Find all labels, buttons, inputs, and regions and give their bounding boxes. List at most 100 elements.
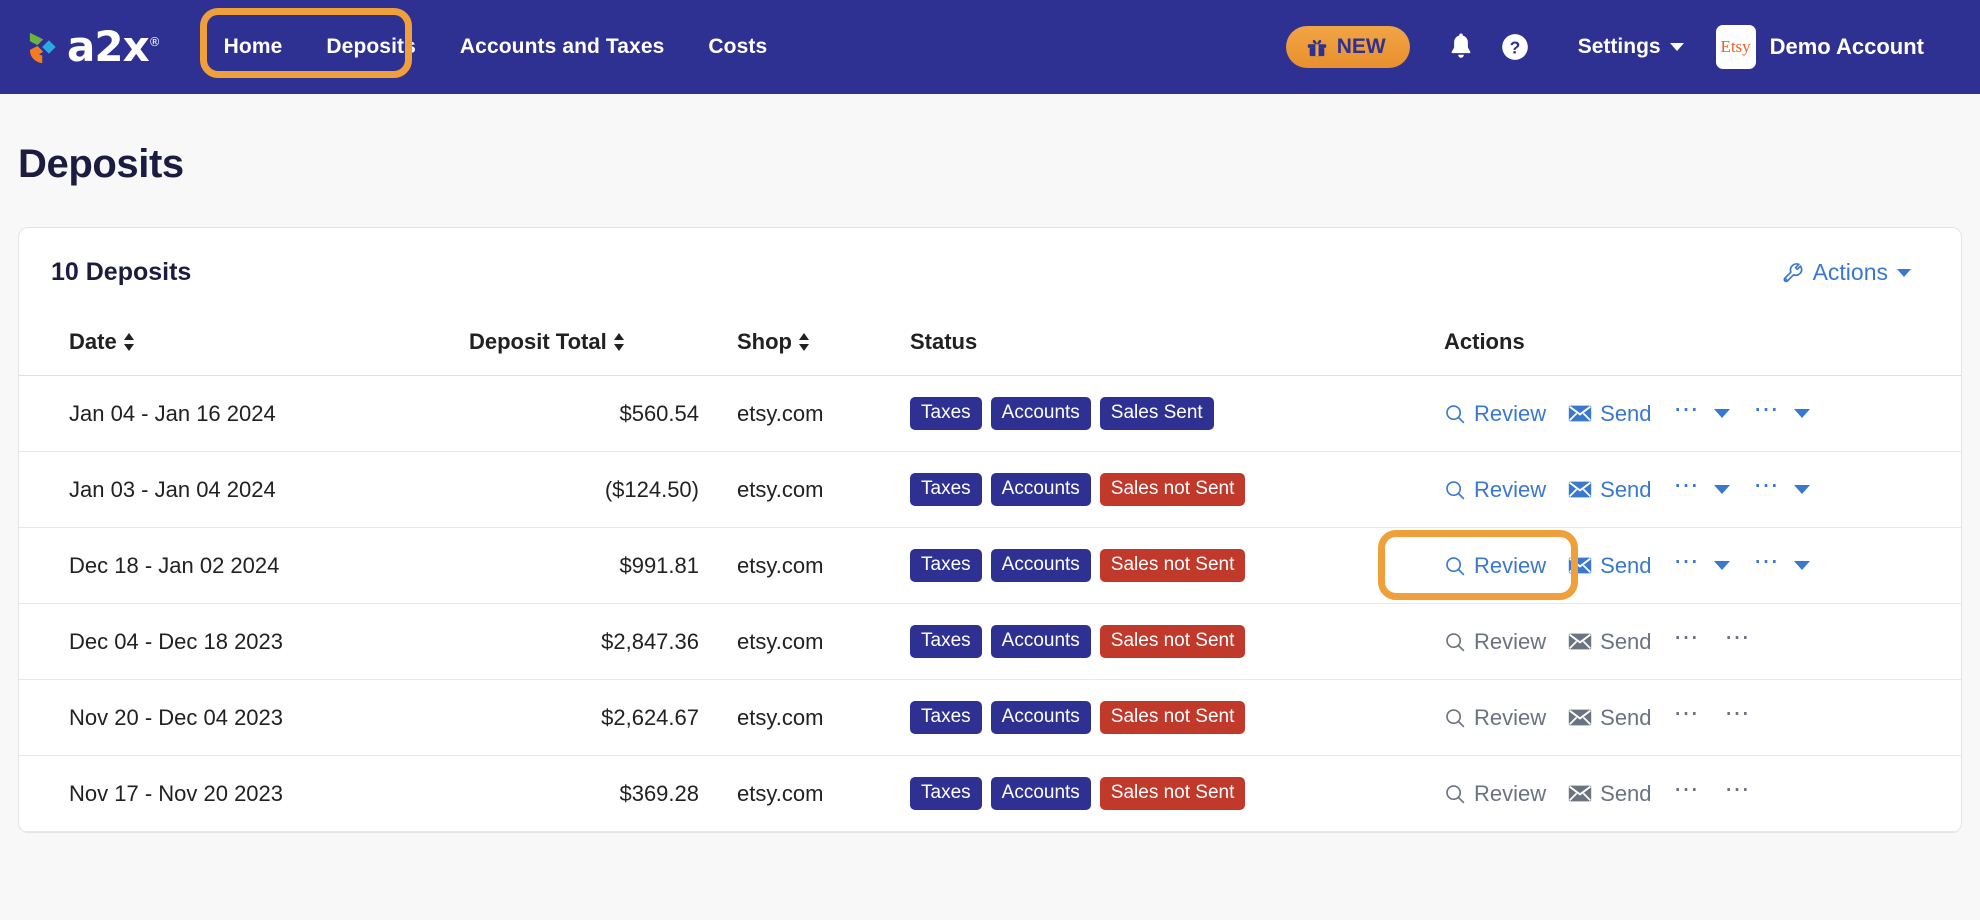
cell-status: Taxes Accounts Sales not Sent <box>884 755 1404 832</box>
status-badge[interactable]: Taxes <box>910 549 982 582</box>
review-button[interactable]: Review <box>1444 553 1546 579</box>
nav-item-costs[interactable]: Costs <box>686 25 789 69</box>
status-badge[interactable]: Sales not Sent <box>1099 701 1246 734</box>
status-badge-group: Taxes Accounts Sales not Sent <box>910 625 1394 658</box>
row-more-menu-secondary[interactable]: ⋯ <box>1754 397 1810 424</box>
row-action-group: Review Send ⋯ ⋯ <box>1444 699 1951 731</box>
settings-menu-button[interactable]: Settings <box>1564 27 1698 67</box>
cell-deposit-total: $2,624.67 <box>459 679 709 756</box>
cell-status: Taxes Accounts Sales not Sent <box>884 679 1404 756</box>
notifications-button[interactable] <box>1438 24 1484 70</box>
ellipsis-icon: ⋯ <box>1753 471 1781 499</box>
ellipsis-icon: ⋯ <box>1673 395 1701 423</box>
new-badge-label: NEW <box>1336 35 1386 58</box>
send-button: Send <box>1568 781 1652 807</box>
status-badge[interactable]: Taxes <box>910 625 982 658</box>
column-header-deposit-total[interactable]: Deposit Total <box>459 315 709 376</box>
column-label-status: Status <box>910 329 978 354</box>
status-badge[interactable]: Sales not Sent <box>1099 777 1246 810</box>
status-badge[interactable]: Taxes <box>910 397 982 430</box>
row-more-menu-primary[interactable]: ⋯ <box>1673 395 1730 424</box>
a2x-logo-text: a2x® <box>67 22 161 71</box>
app-root: a2x® Home Deposits Accounts and Taxes Co… <box>0 0 1980 833</box>
ellipsis-icon: ⋯ <box>1753 547 1781 575</box>
cell-shop: etsy.com <box>709 679 884 756</box>
chevron-down-icon <box>1793 485 1810 494</box>
status-badge[interactable]: Taxes <box>910 777 982 810</box>
new-feature-button[interactable]: NEW <box>1285 26 1410 68</box>
status-badge-group: Taxes Accounts Sales not Sent <box>910 549 1394 582</box>
cell-actions: Review Send ⋯ ⋯ <box>1404 451 1961 528</box>
status-badge[interactable]: Accounts <box>990 549 1091 582</box>
status-badge[interactable]: Sales not Sent <box>1099 549 1246 582</box>
cell-deposit-total: $560.54 <box>459 375 709 452</box>
status-badge[interactable]: Taxes <box>910 701 982 734</box>
cell-date: Jan 04 - Jan 16 2024 <box>19 375 459 452</box>
send-button[interactable]: Send <box>1568 401 1652 427</box>
cell-date: Nov 17 - Nov 20 2023 <box>19 755 459 832</box>
row-more-menu-primary: ⋯ <box>1674 777 1701 804</box>
etsy-logo-icon: Etsy <box>1715 25 1756 69</box>
cell-date: Nov 20 - Dec 04 2023 <box>19 679 459 756</box>
status-badge[interactable]: Sales not Sent <box>1099 473 1246 506</box>
column-header-date[interactable]: Date <box>19 315 459 376</box>
table-row: Dec 04 - Dec 18 2023 $2,847.36 etsy.com Tax… <box>19 603 1961 680</box>
a2x-logo[interactable]: a2x® <box>28 22 161 71</box>
bulk-actions-dropdown[interactable]: Actions <box>1782 259 1929 286</box>
send-button[interactable]: Send <box>1568 477 1652 503</box>
row-more-menu-primary[interactable]: ⋯ <box>1674 549 1730 576</box>
nav-item-deposits[interactable]: Deposits <box>304 25 438 69</box>
chevron-down-icon <box>1713 561 1730 570</box>
deposits-table: Date Deposit Total Shop Status Actions J… <box>19 315 1961 832</box>
svg-text:?: ? <box>1509 37 1520 57</box>
review-button[interactable]: Review <box>1444 401 1546 427</box>
row-action-group: Review Send ⋯ ⋯ <box>1444 777 1951 807</box>
cell-actions: Review Send ⋯ ⋯ <box>1404 755 1961 832</box>
status-badge-group: Taxes Accounts Sales not Sent <box>910 701 1394 734</box>
status-badge[interactable]: Accounts <box>990 701 1091 734</box>
nav-item-accounts-and-taxes[interactable]: Accounts and Taxes <box>438 25 686 69</box>
row-more-menu-secondary[interactable]: ⋯ <box>1753 471 1810 500</box>
send-button[interactable]: Send <box>1568 553 1652 579</box>
table-row: Jan 04 - Jan 16 2024 $560.54 etsy.com Taxes… <box>19 375 1961 452</box>
cell-status: Taxes Accounts Sales not Sent <box>884 451 1404 528</box>
ellipsis-icon: ⋯ <box>1673 699 1701 727</box>
deposits-table-body: Jan 04 - Jan 16 2024 $560.54 etsy.com Taxes… <box>19 375 1961 832</box>
deposits-count-title: 10 Deposits <box>51 258 192 286</box>
status-badge[interactable]: Taxes <box>910 473 982 506</box>
row-more-menu-primary[interactable]: ⋯ <box>1674 473 1730 500</box>
table-header-row: Date Deposit Total Shop Status Actions <box>19 315 1961 376</box>
status-badge[interactable]: Accounts <box>990 777 1091 810</box>
envelope-icon <box>1568 709 1592 726</box>
column-header-shop[interactable]: Shop <box>709 315 884 376</box>
magnifier-icon <box>1446 480 1465 499</box>
cell-deposit-total: ($124.50) <box>459 451 709 528</box>
cell-shop: etsy.com <box>709 755 884 832</box>
question-circle-icon: ? <box>1501 34 1528 60</box>
cell-actions: Review Send ⋯ ⋯ <box>1404 603 1961 680</box>
account-menu-button[interactable]: Etsy Demo Account <box>1715 25 1924 69</box>
status-badge[interactable]: Sales Sent <box>1099 397 1214 430</box>
cell-deposit-total: $369.28 <box>459 755 709 832</box>
nav-item-home[interactable]: Home <box>202 25 305 69</box>
chevron-down-icon <box>1713 409 1730 418</box>
chevron-down-icon <box>1669 43 1684 51</box>
settings-label: Settings <box>1577 35 1661 58</box>
help-button[interactable]: ? <box>1492 24 1538 70</box>
status-badge[interactable]: Accounts <box>990 625 1091 658</box>
status-badge[interactable]: Sales not Sent <box>1099 625 1246 658</box>
gift-icon <box>1307 39 1326 57</box>
cell-shop: etsy.com <box>709 527 884 604</box>
column-label-actions: Actions <box>1444 329 1525 354</box>
table-row: Jan 03 - Jan 04 2024 ($124.50) etsy.com Tax… <box>19 451 1961 528</box>
row-more-menu-primary: ⋯ <box>1674 625 1701 652</box>
status-badge[interactable]: Accounts <box>990 473 1091 506</box>
cell-shop: etsy.com <box>709 603 884 680</box>
chevron-down-icon <box>1793 409 1810 418</box>
magnifier-icon <box>1446 632 1465 651</box>
row-more-menu-secondary[interactable]: ⋯ <box>1753 547 1810 576</box>
cell-actions: Review Send ⋯ ⋯ <box>1404 527 1961 604</box>
top-navigation-bar: a2x® Home Deposits Accounts and Taxes Co… <box>0 0 1980 94</box>
review-button[interactable]: Review <box>1444 477 1546 503</box>
status-badge[interactable]: Accounts <box>990 397 1091 430</box>
